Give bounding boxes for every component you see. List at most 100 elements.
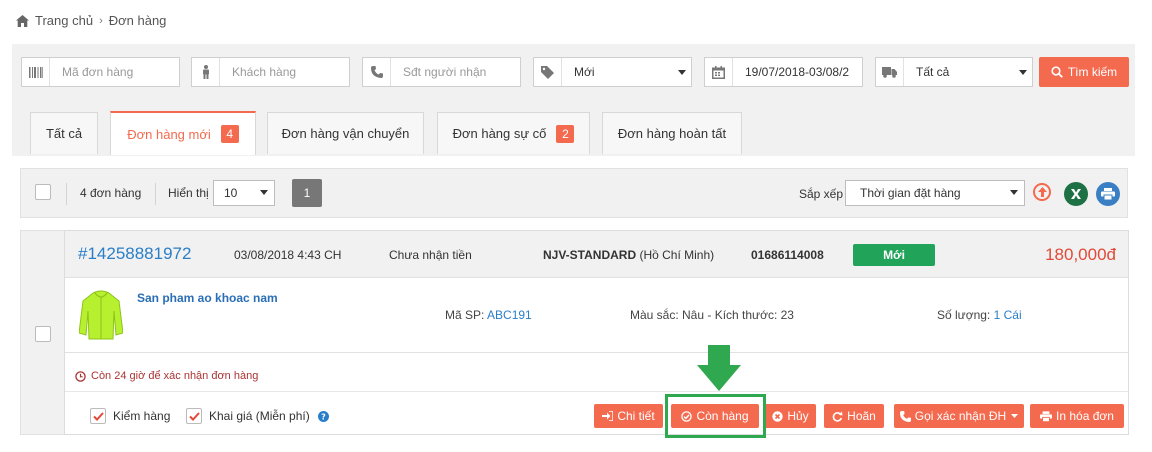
help-icon[interactable]: ? — [317, 410, 329, 422]
search-icon — [1051, 66, 1063, 78]
breadcrumb-home[interactable]: Trang chủ — [35, 13, 93, 28]
svg-text:?: ? — [321, 412, 326, 421]
print-icon — [1040, 410, 1053, 422]
search-button-label: Tìm kiếm — [1067, 65, 1118, 79]
phone-field[interactable]: Sđt người nhận — [362, 57, 521, 87]
caret-down-icon — [1011, 414, 1019, 418]
postpone-button-label: Hoãn — [847, 409, 876, 423]
call-confirm-dropdown[interactable]: Gọi xác nhận ĐH — [894, 404, 1024, 428]
order-header: #14258881972 03/08/2018 4:43 CH Chưa nhậ… — [65, 231, 1128, 278]
filter-panel: Mã đơn hàng Khách hàng Sđt người nhận Mớ… — [12, 44, 1135, 156]
tab-all[interactable]: Tất cả — [30, 112, 98, 154]
breadcrumb-current: Đơn hàng — [108, 13, 167, 28]
tab-count-badge: 4 — [220, 125, 239, 143]
service-region: (Hồ Chí Minh) — [639, 248, 715, 262]
tab-count-badge: 2 — [556, 124, 575, 143]
caret-down-icon — [1010, 190, 1018, 195]
tab-label: Đơn hàng vận chuyển — [281, 126, 410, 141]
checkmark-icon — [188, 411, 200, 421]
sku-label: Mã SP: — [445, 308, 485, 322]
page-size-select[interactable]: 10 — [213, 180, 275, 206]
service-name: NJV-STANDARD — [543, 248, 637, 262]
shipping-service: NJV-STANDARD (Hồ Chí Minh) — [543, 248, 714, 262]
chevron-right-icon: › — [99, 14, 103, 27]
phone-input[interactable]: Sđt người nhận — [391, 65, 520, 79]
shipping-select[interactable]: Tất cả — [875, 57, 1033, 87]
caret-down-icon — [260, 190, 268, 195]
detail-button-label: Chi tiết — [617, 409, 655, 423]
order-select-column — [20, 230, 64, 435]
tab-label: Đơn hàng sự cố — [452, 126, 547, 141]
shipping-select-value: Tất cả — [916, 65, 950, 79]
inspect-checkbox[interactable] — [90, 408, 106, 424]
page-size-value: 10 — [224, 186, 238, 200]
order-card: #14258881972 03/08/2018 4:43 CH Chưa nhậ… — [64, 230, 1129, 435]
divider — [66, 183, 67, 205]
search-button[interactable]: Tìm kiếm — [1039, 57, 1129, 87]
phone-icon — [363, 58, 391, 86]
declare-value-option[interactable]: Khai giá (Miễn phí) ? — [186, 408, 329, 424]
select-all-checkbox[interactable] — [35, 184, 51, 200]
confirm-deadline-warning: Còn 24 giờ để xác nhận đơn hàng — [75, 370, 258, 382]
tab-new-orders[interactable]: Đơn hàng mới 4 — [110, 111, 256, 155]
order-checkbox[interactable] — [35, 326, 51, 342]
tab-label: Tất cả — [45, 126, 83, 141]
quantity-value: 1 Cái — [993, 308, 1022, 322]
tab-problem-orders[interactable]: Đơn hàng sự cố 2 — [437, 112, 590, 154]
redo-icon — [832, 411, 843, 422]
sort-label: Sắp xếp — [799, 187, 844, 201]
orders-toolbar: 4 đơn hàng Hiển thị 10 1 Sắp xếp Thời gi… — [20, 168, 1128, 218]
product-sku: Mã SP: ABC191 — [445, 308, 532, 322]
detail-button[interactable]: Chi tiết — [594, 404, 663, 428]
order-count: 4 đơn hàng — [80, 186, 142, 200]
breadcrumb: Trang chủ › Đơn hàng — [16, 13, 166, 28]
order-id-link[interactable]: #14258881972 — [78, 244, 191, 264]
sku-value: ABC191 — [487, 308, 532, 322]
order-code-field[interactable]: Mã đơn hàng — [21, 57, 180, 87]
print-invoice-button[interactable]: In hóa đơn — [1030, 404, 1124, 428]
customer-input[interactable]: Khách hàng — [220, 65, 349, 79]
declare-value-checkbox[interactable] — [186, 408, 202, 424]
tab-label: Đơn hàng mới — [127, 126, 211, 142]
sort-direction-up-icon[interactable] — [1033, 183, 1051, 201]
product-quantity: Số lượng: 1 Cái — [937, 308, 1022, 322]
tab-shipping-orders[interactable]: Đơn hàng vận chuyển — [267, 112, 424, 154]
recipient-phone: 01686114008 — [751, 248, 824, 262]
caret-down-icon — [1014, 69, 1032, 75]
tab-label: Đơn hàng hoàn tất — [617, 126, 727, 141]
sign-in-icon — [602, 411, 614, 421]
status-badge: Mới — [853, 244, 935, 266]
page-number-button[interactable]: 1 — [292, 179, 322, 207]
product-attributes: Màu sắc: Nâu - Kích thước: 23 — [630, 308, 794, 322]
barcode-icon — [22, 58, 50, 86]
postpone-button[interactable]: Hoãn — [824, 404, 884, 428]
tag-icon — [534, 58, 562, 86]
sort-select[interactable]: Thời gian đặt hàng — [845, 180, 1025, 206]
inspect-option[interactable]: Kiểm hàng — [90, 408, 170, 424]
payment-status: Chưa nhận tiền — [389, 248, 472, 262]
date-range-field[interactable]: 19/07/2018-03/08/2 — [704, 57, 863, 87]
cancel-button-label: Hủy — [787, 409, 809, 423]
home-icon[interactable] — [16, 14, 29, 27]
call-confirm-label: Gọi xác nhận ĐH — [914, 409, 1007, 423]
tab-completed-orders[interactable]: Đơn hàng hoàn tất — [602, 112, 742, 154]
excel-export-icon[interactable] — [1064, 182, 1088, 206]
product-name-link[interactable]: San pham ao khoac nam — [137, 291, 278, 305]
clock-icon — [75, 370, 86, 382]
sort-select-value: Thời gian đặt hàng — [860, 186, 961, 200]
date-range-input[interactable]: 19/07/2018-03/08/2 — [733, 65, 862, 79]
truck-icon — [876, 58, 904, 86]
order-code-input[interactable]: Mã đơn hàng — [50, 65, 179, 79]
order-datetime: 03/08/2018 4:43 CH — [234, 248, 342, 262]
print-list-icon[interactable] — [1096, 182, 1120, 206]
status-select-value: Mới — [574, 65, 595, 79]
customer-field[interactable]: Khách hàng — [191, 57, 350, 87]
status-select[interactable]: Mới — [533, 57, 692, 87]
times-circle-icon — [772, 410, 784, 422]
checkmark-icon — [92, 411, 104, 421]
divider — [65, 391, 1128, 392]
inspect-label: Kiểm hàng — [113, 409, 171, 423]
print-invoice-label: In hóa đơn — [1056, 409, 1114, 423]
quantity-label: Số lượng: — [937, 308, 991, 322]
cancel-button[interactable]: Hủy — [765, 404, 816, 428]
